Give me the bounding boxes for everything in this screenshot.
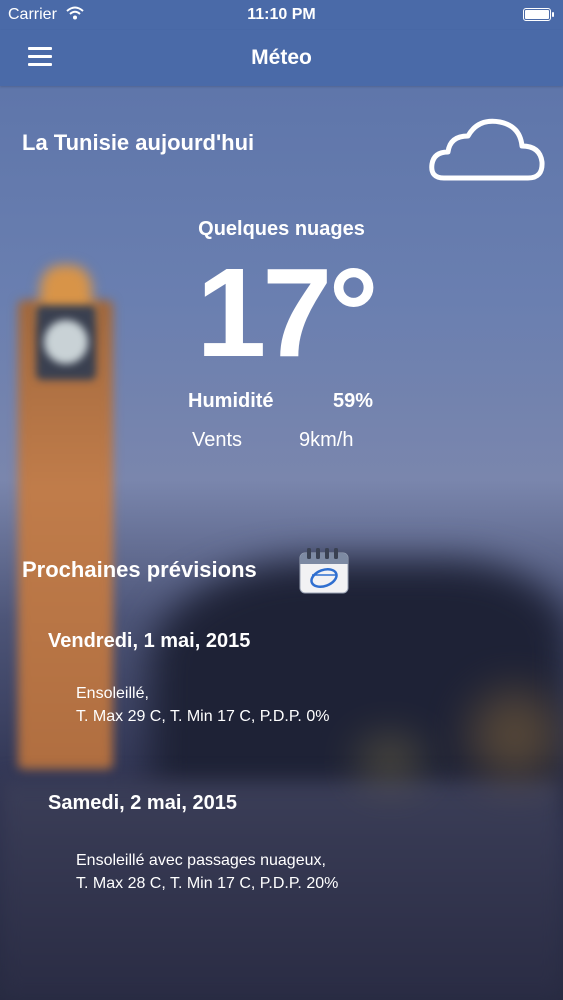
temperature-value: 17° <box>196 242 379 383</box>
calendar-icon[interactable] <box>298 545 350 595</box>
forecast-day-summary: Ensoleillé, <box>76 685 149 702</box>
wind-label: Vents <box>192 429 243 451</box>
weather-condition: Quelques nuages <box>198 218 365 240</box>
forecast-day-summary: Ensoleillé avec passages nuageux, <box>76 852 326 869</box>
forecast-title: Prochaines prévisions <box>22 557 257 582</box>
page-title: Méteo <box>251 46 312 69</box>
wind-value: 9km/h <box>299 429 354 451</box>
humidity-value: 59% <box>333 390 374 412</box>
forecast-day-date: Samedi, 2 mai, 2015 <box>48 792 238 814</box>
forecast-day-details: T. Max 29 C, T. Min 17 C, P.D.P. 0% <box>76 708 330 725</box>
forecast-day-details: T. Max 28 C, T. Min 17 C, P.D.P. 20% <box>76 875 339 892</box>
humidity-label: Humidité <box>188 390 274 412</box>
navigation-bar: Méteo <box>0 30 563 86</box>
clock-time: 11:10 PM <box>247 6 316 23</box>
blur-light <box>360 740 420 780</box>
today-title: La Tunisie aujourd'hui <box>22 130 255 155</box>
status-bar: Carrier 11:10 PM <box>0 0 563 30</box>
cloud-icon <box>429 118 545 181</box>
battery-icon <box>523 8 554 21</box>
forecast-day-date: Vendredi, 1 mai, 2015 <box>48 630 251 652</box>
blur-light <box>470 690 560 780</box>
